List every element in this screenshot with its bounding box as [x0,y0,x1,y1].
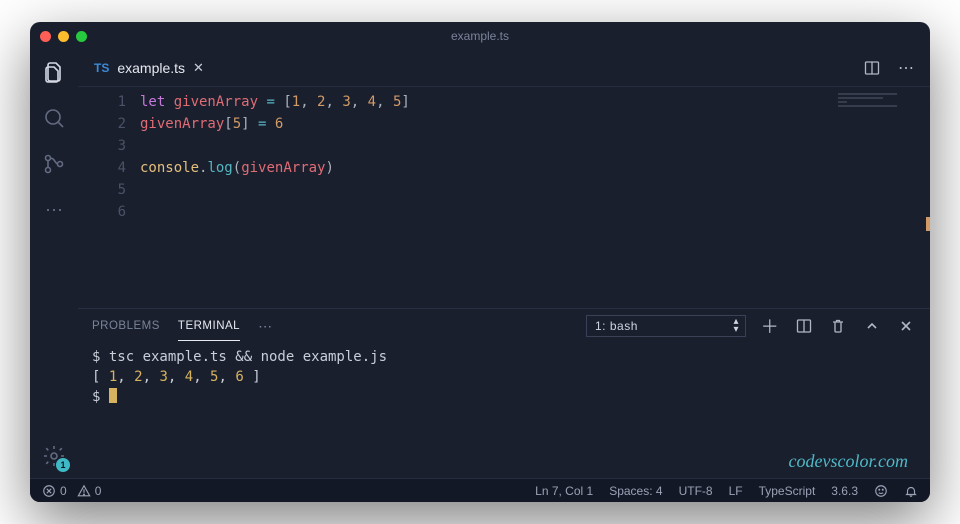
status-warnings-count: 0 [95,484,102,498]
status-language[interactable]: TypeScript [759,484,816,498]
feedback-smiley-icon[interactable] [874,484,888,498]
tab-filename: example.ts [117,60,185,76]
window-title: example.ts [30,29,930,43]
traffic-lights [40,31,87,42]
panel-more-icon[interactable]: ⋯ [258,310,273,343]
split-terminal-icon[interactable] [794,316,814,336]
tab-close-icon[interactable]: ✕ [193,60,204,76]
window-minimize-button[interactable] [58,31,69,42]
kill-terminal-icon[interactable] [828,316,848,336]
code-area[interactable]: let givenArray = [1, 2, 3, 4, 5]givenArr… [140,91,910,308]
search-icon[interactable] [40,104,68,132]
status-warnings[interactable]: 0 [77,484,102,498]
status-errors[interactable]: 0 [42,484,67,498]
status-encoding[interactable]: UTF-8 [679,484,713,498]
warning-triangle-icon [77,484,91,498]
status-bar: 0 0 Ln 7, Col 1 Spaces: 4 UTF-8 LF TypeS… [30,478,930,502]
ellipsis-label: ⋯ [45,200,63,221]
status-ts-version[interactable]: 3.6.3 [831,484,858,498]
ts-file-icon: TS [94,61,109,75]
settings-badge: 1 [56,458,70,472]
source-control-icon[interactable] [40,150,68,178]
titlebar: example.ts [30,22,930,50]
activity-bar: ⋯ 1 [30,50,78,478]
editor-tab[interactable]: TS example.ts ✕ [84,50,214,86]
notifications-bell-icon[interactable] [904,484,918,498]
panel-maximize-icon[interactable] [862,316,882,336]
terminal-select-value: 1: bash [595,319,638,333]
window-close-button[interactable] [40,31,51,42]
panel-close-icon[interactable] [896,316,916,336]
tab-bar: TS example.ts ✕ ⋯ [78,50,930,86]
editor-more-icon[interactable]: ⋯ [896,58,916,78]
terminal-body[interactable]: $ tsc example.ts && node example.js[ 1, … [78,343,930,478]
explorer-icon[interactable] [40,58,68,86]
more-icon[interactable]: ⋯ [40,196,68,224]
window-zoom-button[interactable] [76,31,87,42]
error-circle-icon [42,484,56,498]
overview-ruler-mark [926,217,930,231]
plus-label: ＋ [761,313,780,339]
panel-tab-bar: PROBLEMS TERMINAL ⋯ 1: bash ▴▾ ＋ [78,309,930,343]
settings-gear-icon[interactable]: 1 [40,442,68,470]
terminal-select[interactable]: 1: bash ▴▾ [586,315,746,337]
editor-window: example.ts ⋯ 1 TS [30,22,930,502]
select-arrows-icon: ▴▾ [733,318,739,334]
ellipsis-label: ⋯ [898,58,914,78]
code-editor[interactable]: 123456 let givenArray = [1, 2, 3, 4, 5]g… [78,86,930,308]
bottom-panel: PROBLEMS TERMINAL ⋯ 1: bash ▴▾ ＋ [78,308,930,478]
tab-terminal[interactable]: TERMINAL [178,312,240,341]
status-eol[interactable]: LF [729,484,743,498]
tab-problems[interactable]: PROBLEMS [92,312,160,340]
status-errors-count: 0 [60,484,67,498]
status-spaces[interactable]: Spaces: 4 [609,484,662,498]
new-terminal-icon[interactable]: ＋ [760,316,780,336]
line-number-gutter: 123456 [78,91,140,308]
ellipsis-label: ⋯ [258,318,273,334]
split-editor-icon[interactable] [862,58,882,78]
status-ln-col[interactable]: Ln 7, Col 1 [535,484,593,498]
